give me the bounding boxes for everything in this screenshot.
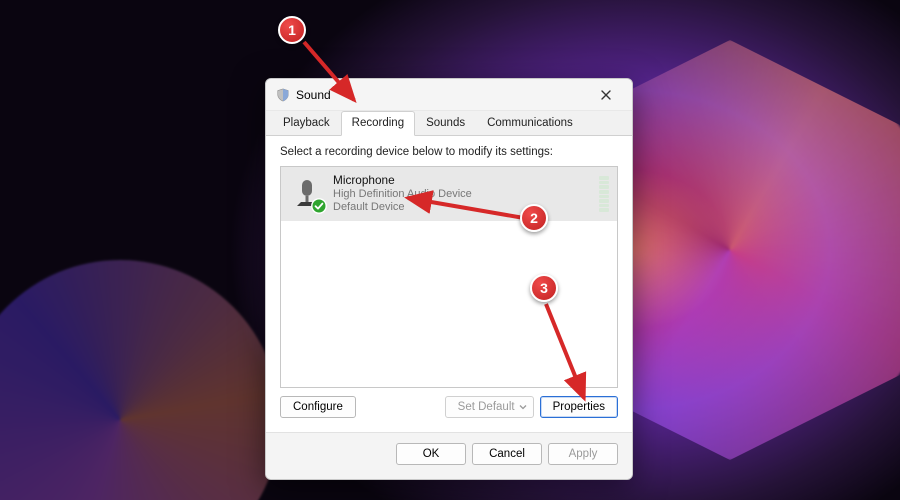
tab-sounds[interactable]: Sounds	[415, 111, 476, 136]
callout-3: 3	[530, 274, 558, 302]
set-default-button[interactable]: Set Default	[445, 396, 534, 418]
level-meter	[599, 176, 609, 212]
default-check-icon	[311, 198, 327, 214]
tab-strip: Playback Recording Sounds Communications	[266, 111, 632, 136]
callout-2: 2	[520, 204, 548, 232]
sound-dialog: Sound Playback Recording Sounds Communic…	[265, 78, 633, 480]
callout-1: 1	[278, 16, 306, 44]
dialog-title: Sound	[296, 88, 586, 102]
cancel-button[interactable]: Cancel	[472, 443, 542, 465]
dialog-footer: OK Cancel Apply	[266, 432, 632, 479]
chevron-down-icon	[519, 403, 527, 411]
device-text: Microphone High Definition Audio Device …	[333, 173, 593, 215]
tab-playback[interactable]: Playback	[272, 111, 341, 136]
tab-communications[interactable]: Communications	[476, 111, 584, 136]
ok-button[interactable]: OK	[396, 443, 466, 465]
microphone-icon	[289, 176, 325, 212]
desktop-wallpaper: Sound Playback Recording Sounds Communic…	[0, 0, 900, 500]
shield-icon	[276, 88, 290, 102]
close-icon	[601, 90, 611, 100]
tab-content: Select a recording device below to modif…	[266, 136, 632, 432]
device-list[interactable]: Microphone High Definition Audio Device …	[280, 166, 618, 388]
wallpaper-swirl	[0, 260, 280, 500]
tab-recording[interactable]: Recording	[341, 111, 415, 136]
instruction-text: Select a recording device below to modif…	[280, 146, 618, 158]
device-row-microphone[interactable]: Microphone High Definition Audio Device …	[281, 167, 617, 221]
device-name: Microphone	[333, 173, 593, 188]
properties-button[interactable]: Properties	[540, 396, 618, 418]
close-button[interactable]	[586, 81, 626, 109]
set-default-label: Set Default	[458, 401, 515, 413]
device-button-row: Configure Set Default Properties	[280, 396, 618, 418]
configure-button[interactable]: Configure	[280, 396, 356, 418]
apply-button[interactable]: Apply	[548, 443, 618, 465]
device-status: Default Device	[333, 201, 593, 215]
titlebar[interactable]: Sound	[266, 79, 632, 111]
device-driver: High Definition Audio Device	[333, 188, 593, 202]
